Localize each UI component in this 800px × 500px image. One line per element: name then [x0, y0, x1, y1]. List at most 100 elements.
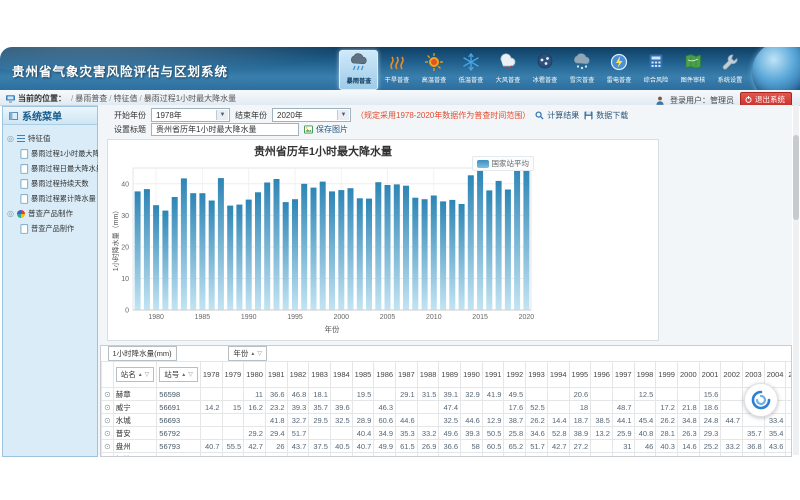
station-id-header[interactable]: 站号▲▽	[159, 367, 198, 382]
breadcrumb-segment[interactable]: 特征值	[113, 94, 137, 103]
sidebar-group[interactable]: ◎普查产品制作	[7, 206, 97, 221]
year-column-header[interactable]: 2002	[721, 362, 743, 388]
range-note: （规定采用1978-2020年数据作为普查时间范围）	[356, 110, 530, 121]
breadcrumb-segment[interactable]: 暴雨普查	[75, 94, 107, 103]
floating-widget-button[interactable]	[744, 383, 778, 417]
sidebar-item-label: 普查产品制作	[31, 223, 74, 234]
value-cell: 25.9	[612, 427, 634, 440]
nav-item-composite-risk[interactable]: 综合风险	[637, 50, 674, 88]
end-year-select[interactable]: 2020年 ▼	[272, 108, 351, 122]
year-column-header[interactable]: 1986	[374, 362, 396, 388]
row-expand-radio[interactable]: ⊙	[104, 390, 111, 399]
year-column-header[interactable]: 1985	[352, 362, 374, 388]
filter-icon[interactable]: ▽	[257, 350, 262, 357]
filter-icon[interactable]: ▽	[188, 371, 193, 378]
sidebar-group[interactable]: ◎特征值	[7, 131, 97, 146]
nav-item-drought[interactable]: 干旱普查	[378, 50, 415, 88]
row-expand-radio[interactable]: ⊙	[104, 403, 111, 412]
year-column-header[interactable]: 1982	[287, 362, 309, 388]
row-expand-radio[interactable]: ⊙	[104, 455, 111, 458]
sidebar-item[interactable]: 普查产品制作	[7, 221, 93, 235]
value-cell: 12.9	[482, 414, 504, 427]
year-column-header[interactable]: 1984	[330, 362, 352, 388]
year-column-header[interactable]: 1994	[547, 362, 569, 388]
year-column-header[interactable]: 2001	[699, 362, 721, 388]
year-column-header[interactable]: 1996	[591, 362, 613, 388]
nav-item-snow[interactable]: 雪灾普查	[563, 50, 600, 88]
sort-asc-icon[interactable]: ▲	[181, 372, 186, 378]
year-column-header[interactable]: 1979	[222, 362, 244, 388]
year-column-header[interactable]: 1988	[417, 362, 439, 388]
svg-text:40: 40	[121, 181, 129, 188]
year-column-header[interactable]: 1995	[569, 362, 591, 388]
value-cell: 34.8	[677, 414, 699, 427]
svg-text:2005: 2005	[380, 314, 396, 321]
value-cell	[244, 414, 266, 427]
year-column-header[interactable]: 1990	[461, 362, 483, 388]
year-column-header[interactable]: 1989	[439, 362, 461, 388]
sidebar-item[interactable]: 暴雨过程持续天数	[7, 176, 93, 190]
filter-icon[interactable]: ▽	[145, 371, 150, 378]
station-id-cell: 56792	[157, 427, 201, 440]
year-column-header[interactable]: 1999	[656, 362, 678, 388]
nav-item-hail[interactable]: 冰雹普查	[526, 50, 563, 88]
value-cell: 44.1	[612, 414, 634, 427]
year-column-header[interactable]: 1997	[612, 362, 634, 388]
year-column-header[interactable]: 1998	[634, 362, 656, 388]
nav-item-lightning[interactable]: 雷电普查	[600, 50, 637, 88]
year-column-header[interactable]: 1993	[526, 362, 548, 388]
year-column-header[interactable]: 1983	[309, 362, 331, 388]
value-cell: 16.2	[244, 401, 266, 414]
app-window: 贵州省气象灾害风险评估与区划系统 暴雨普查干旱普查高温普查低温普查大风普查冰雹普…	[0, 0, 800, 500]
year-column-header[interactable]: 1992	[504, 362, 526, 388]
value-cell: 29.3	[547, 453, 569, 458]
sidebar-item[interactable]: 暴雨过程1小时最大降水量	[7, 146, 93, 160]
year-column-header[interactable]: 1980	[244, 362, 266, 388]
year-filter-header[interactable]: 年份 ▲▽	[228, 346, 267, 361]
start-year-select[interactable]: 1978年 ▼	[151, 108, 230, 122]
value-cell	[374, 388, 396, 401]
chart-title-input[interactable]: 贵州省历年1小时最大降水量	[151, 123, 299, 136]
value-cell: 31.2	[569, 453, 591, 458]
year-column-header[interactable]: 1981	[265, 362, 287, 388]
scrollbar-thumb[interactable]	[793, 135, 799, 220]
svg-text:年份: 年份	[325, 324, 340, 334]
value-cell: 32.5	[439, 414, 461, 427]
svg-text:20: 20	[121, 244, 129, 251]
value-cell: 34.6	[526, 427, 548, 440]
year-column-header[interactable]: 1978	[200, 362, 222, 388]
sort-asc-icon[interactable]: ▲	[138, 372, 143, 378]
row-expand-radio[interactable]: ⊙	[104, 442, 111, 451]
app-title: 贵州省气象灾害风险评估与区划系统	[12, 61, 228, 80]
year-column-header[interactable]: 2005	[786, 362, 792, 388]
value-cell: 40.3	[656, 440, 678, 453]
vertical-scrollbar	[793, 105, 799, 455]
nav-item-settings[interactable]: 系统设置	[711, 50, 748, 88]
breadcrumb-segment[interactable]: 暴雨过程1小时最大降水量	[144, 94, 236, 103]
sort-asc-icon[interactable]: ▲	[250, 351, 255, 357]
value-cell	[222, 427, 244, 440]
station-name-header[interactable]: 站名▲▽	[116, 367, 155, 382]
value-cell: 43.6	[764, 440, 786, 453]
chart-legend[interactable]: 国家站平均	[472, 156, 535, 171]
value-cell: 29.2	[244, 427, 266, 440]
value-cell: 52.5	[526, 401, 548, 414]
year-column-header[interactable]: 2000	[677, 362, 699, 388]
row-expand-radio[interactable]: ⊙	[104, 429, 111, 438]
nav-item-rain-storm[interactable]: 暴雨普查	[339, 50, 378, 90]
nav-item-map-review[interactable]: 图件审核	[674, 50, 711, 88]
nav-item-high-temp[interactable]: 高温普查	[415, 50, 452, 88]
year-column-header[interactable]: 1991	[482, 362, 504, 388]
row-expand-radio[interactable]: ⊙	[104, 416, 111, 425]
sidebar-item[interactable]: 暴雨过程累计降水量	[7, 191, 93, 205]
value-cell: 39.3	[287, 401, 309, 414]
nav-item-wind[interactable]: 大风普查	[489, 50, 526, 88]
location-icon	[6, 95, 15, 103]
year-column-header[interactable]: 1987	[396, 362, 418, 388]
save-image-button[interactable]: 保存图片	[304, 124, 348, 135]
rain-storm-icon	[348, 52, 370, 74]
download-button[interactable]: 数据下载	[584, 110, 628, 121]
calculate-button[interactable]: 计算结果	[535, 110, 579, 121]
sidebar-item[interactable]: 暴雨过程日最大降水量	[7, 161, 93, 175]
nav-item-low-temp[interactable]: 低温普查	[452, 50, 489, 88]
